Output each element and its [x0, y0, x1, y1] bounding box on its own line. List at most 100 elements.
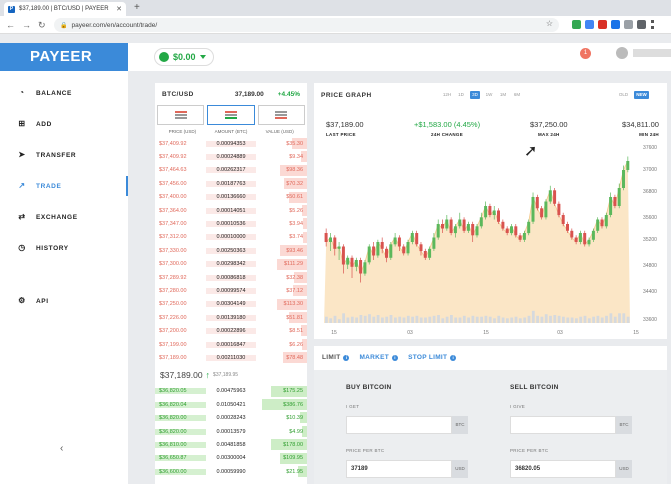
ask-row[interactable]: $37,456.00 0.00187763 $70.32: [155, 177, 307, 190]
sidebar-item-add[interactable]: ⊞ ADD: [0, 114, 128, 134]
volume-bar: [475, 316, 479, 323]
period-6m[interactable]: 6M: [512, 91, 522, 99]
browser-tab-bar: P $37,189.00 | BTC/USD | PAYEER ✕ +: [0, 0, 671, 16]
ask-row[interactable]: $37,200.00 0.00022896 $8.51: [155, 324, 307, 337]
candle: [466, 224, 470, 231]
extension-icon[interactable]: [585, 20, 594, 29]
ask-row[interactable]: $37,312.00 0.00010000 $3.74: [155, 231, 307, 244]
chevron-down-icon: [199, 55, 206, 59]
candle: [578, 233, 582, 242]
close-tab-icon[interactable]: ✕: [116, 5, 122, 13]
mode-old-button[interactable]: OLD: [616, 91, 631, 99]
volume-bar: [609, 313, 613, 323]
browser-tab[interactable]: P $37,189.00 | BTC/USD | PAYEER ✕: [4, 2, 126, 16]
sidebar-item-transfer[interactable]: ➤ TRANSFER: [0, 145, 128, 165]
period-12h[interactable]: 12H: [442, 91, 452, 99]
payeer-logo[interactable]: PAYEER: [0, 43, 128, 71]
bid-value: $4.99: [289, 428, 304, 435]
notification-badge[interactable]: 1: [580, 48, 591, 59]
sell-price-input[interactable]: 36820.05: [510, 460, 616, 478]
ask-amount: 0.00014051: [205, 207, 257, 214]
ask-row[interactable]: $37,409.92 0.00024889 $9.34: [155, 150, 307, 163]
period-1w[interactable]: 1W: [484, 91, 494, 99]
volume-bar: [419, 317, 423, 323]
ask-row[interactable]: $37,409.92 0.00094353 $35.30: [155, 137, 307, 150]
ask-row[interactable]: $37,189.00 0.00211030 $78.48: [155, 351, 307, 364]
info-icon[interactable]: i: [450, 354, 457, 361]
reload-icon[interactable]: ↻: [38, 19, 46, 31]
back-icon[interactable]: ←: [6, 19, 15, 31]
sidebar-item-trade[interactable]: ↗ TRADE: [0, 176, 128, 196]
period-1d[interactable]: 1D: [456, 91, 466, 99]
bid-row[interactable]: $36,820.00 0.00013579 $4.99: [155, 425, 307, 438]
extension-icon[interactable]: [572, 20, 581, 29]
bid-row[interactable]: $36,600.00 0.00059990 $21.95: [155, 465, 307, 478]
tab-market[interactable]: MARKET i: [359, 354, 399, 361]
period-1m[interactable]: 1M: [498, 91, 508, 99]
ask-row[interactable]: $37,300.00 0.00298342 $111.29: [155, 258, 307, 271]
ask-row[interactable]: $37,226.00 0.00139180 $51.81: [155, 311, 307, 324]
browser-menu-icon[interactable]: [651, 20, 654, 29]
volume-bar: [506, 318, 509, 323]
candle: [380, 242, 384, 249]
bid-value: $175.25: [283, 388, 304, 395]
extension-icon[interactable]: [637, 20, 646, 29]
show-asks-button[interactable]: [157, 105, 205, 125]
collapse-sidebar-icon[interactable]: ‹: [60, 443, 63, 454]
ask-row[interactable]: $37,280.00 0.00099574 $37.12: [155, 284, 307, 297]
info-icon[interactable]: i: [392, 354, 399, 361]
sidebar-item-exchange[interactable]: ⇄ EXCHANGE: [0, 207, 128, 227]
url-text: payeer.com/en/account/trade/: [71, 21, 158, 29]
ask-row[interactable]: $37,199.00 0.00016847 $6.26: [155, 338, 307, 351]
ask-row[interactable]: $37,364.00 0.00014051 $5.26: [155, 204, 307, 217]
sidebar-item-api[interactable]: ⚙ API: [0, 291, 128, 311]
avatar[interactable]: [616, 47, 628, 59]
candle: [406, 242, 410, 254]
price-candlestick-chart[interactable]: 37600 37000 36800 35600 35200 34800 34400 33600…: [314, 135, 667, 339]
bid-row[interactable]: $36,820.04 0.01050421 $386.76: [155, 398, 307, 411]
sell-price-suffix: USD: [616, 460, 632, 478]
show-bids-button[interactable]: [257, 105, 305, 125]
bid-price: $36,820.05: [155, 388, 206, 395]
ask-row[interactable]: $37,330.00 0.00250363 $93.46: [155, 244, 307, 257]
tab-limit[interactable]: LIMIT i: [322, 354, 350, 361]
bid-row[interactable]: $36,650.87 0.00300004 $109.95: [155, 452, 307, 465]
candle: [363, 262, 367, 274]
volume-bar: [342, 313, 345, 323]
volume-bar: [497, 315, 501, 323]
volume-bar: [450, 315, 453, 323]
bookmark-star-icon[interactable]: ☆: [546, 19, 553, 28]
sidebar-item-balance[interactable]: ◔ BALANCE: [0, 83, 128, 103]
mid-price-value: $37,189.00: [160, 369, 203, 380]
ask-row[interactable]: $37,464.63 0.00262317 $98.36: [155, 164, 307, 177]
extension-icon[interactable]: [598, 20, 607, 29]
period-3d[interactable]: 3D: [470, 91, 480, 99]
extension-icon[interactable]: [624, 20, 633, 29]
ask-row[interactable]: $37,400.00 0.00136660 $50.61: [155, 191, 307, 204]
order-book-header: BTC/USD 37,189.00 +4.45%: [155, 83, 307, 105]
extension-icon[interactable]: [611, 20, 620, 29]
new-tab-button[interactable]: +: [134, 2, 140, 14]
url-field[interactable]: 🔒 payeer.com/en/account/trade/ ☆: [54, 18, 559, 32]
sidebar-item-history[interactable]: ◷ HISTORY: [0, 238, 128, 258]
ask-row[interactable]: $37,347.00 0.00010536 $3.94: [155, 217, 307, 230]
user-name-redacted[interactable]: [633, 49, 671, 57]
ask-row[interactable]: $37,250.00 0.00304149 $113.30: [155, 298, 307, 311]
bid-row[interactable]: $36,820.00 0.00028243 $10.39: [155, 411, 307, 424]
bid-row[interactable]: $36,820.05 0.00475963 $175.25: [155, 385, 307, 398]
ask-row[interactable]: $37,289.92 0.00086818 $32.38: [155, 271, 307, 284]
forward-icon[interactable]: →: [22, 19, 31, 31]
sell-amount-input[interactable]: [510, 416, 616, 434]
info-icon[interactable]: i: [343, 354, 350, 361]
volume-bar: [376, 315, 380, 323]
show-both-button[interactable]: [207, 105, 255, 125]
bid-row[interactable]: $36,810.00 0.00481858 $178.00: [155, 438, 307, 451]
buy-amount-input[interactable]: [346, 416, 452, 434]
candle: [458, 219, 462, 227]
buy-price-input[interactable]: 37189: [346, 460, 452, 478]
volume-bar: [557, 315, 561, 323]
balance-selector[interactable]: $0.00: [154, 48, 214, 66]
mode-new-button[interactable]: NEW: [634, 91, 649, 99]
tab-stop-limit[interactable]: STOP LIMIT i: [408, 354, 457, 361]
candle: [548, 190, 552, 202]
